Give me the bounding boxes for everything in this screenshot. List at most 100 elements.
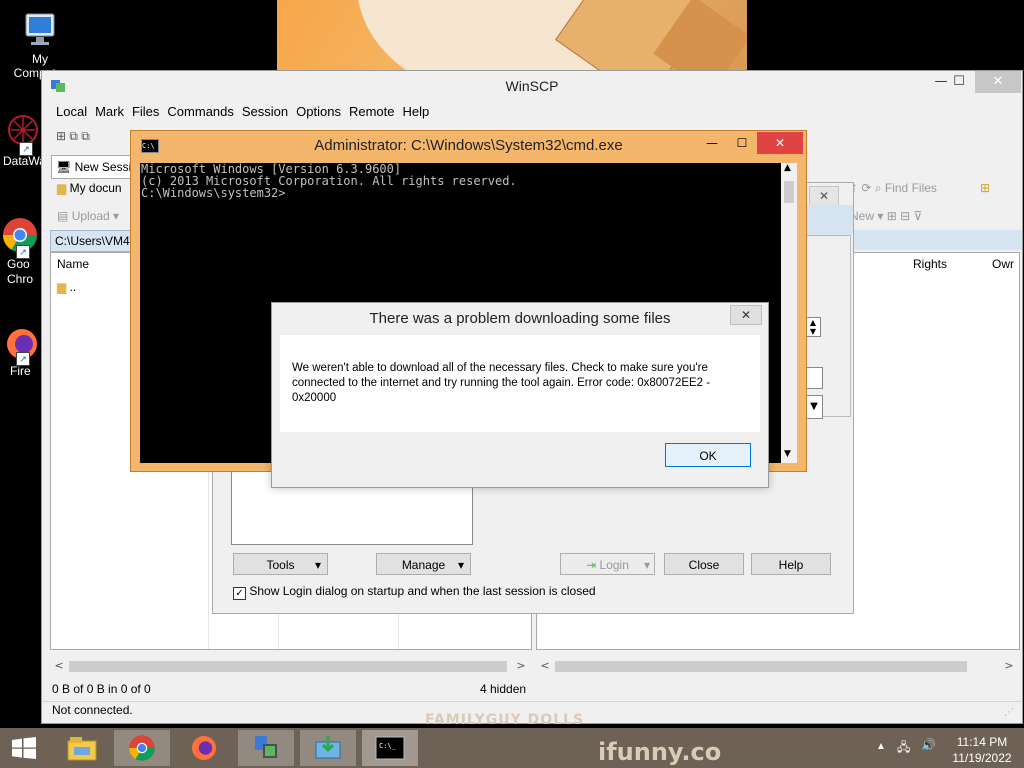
menu-help[interactable]: Help bbox=[402, 104, 429, 119]
download-tool-icon bbox=[315, 736, 341, 759]
find-files-label: Find Files bbox=[884, 181, 937, 195]
list-item[interactable]: ▆ .. bbox=[57, 280, 76, 294]
remote-hscroll[interactable]: < > bbox=[537, 658, 1017, 674]
local-path-bar[interactable]: C:\Users\VM4\ bbox=[50, 230, 138, 252]
taskbar-chrome[interactable] bbox=[114, 730, 170, 766]
column-name[interactable]: Name bbox=[57, 253, 89, 275]
scroll-left-icon[interactable]: < bbox=[537, 658, 553, 674]
local-drive-selector[interactable]: ▆ My docun bbox=[57, 181, 122, 195]
shortcut-arrow-icon: ↗ bbox=[19, 142, 33, 156]
login-button[interactable]: ⇥ Login ▾ bbox=[560, 553, 655, 575]
winscp-titlebar: WinSCP — ☐ ✕ bbox=[42, 71, 1022, 101]
computer-icon bbox=[20, 10, 60, 50]
login-label: Login bbox=[599, 558, 629, 572]
menu-commands[interactable]: Commands bbox=[167, 104, 233, 119]
shortcut-arrow-icon: ↗ bbox=[16, 352, 30, 366]
find-files-button[interactable]: ⇧ ⟳ ⌕ Find Files bbox=[848, 181, 937, 196]
start-button[interactable] bbox=[0, 730, 48, 766]
port-spinner[interactable]: ▲ ▼ bbox=[805, 317, 821, 337]
firefox-icon: ↗ bbox=[0, 322, 40, 366]
show-login-label: Show Login dialog on startup and when th… bbox=[249, 584, 596, 598]
chrome-icon: ↗ bbox=[0, 215, 40, 259]
cmd-maximize-button[interactable]: ☐ bbox=[727, 133, 757, 153]
error-close-icon[interactable]: ✕ bbox=[730, 305, 762, 325]
menu-mark[interactable]: Mark bbox=[95, 104, 124, 119]
resize-grip-icon[interactable]: ⋰ bbox=[1004, 707, 1014, 718]
upload-icon: ▤ bbox=[57, 209, 69, 223]
menu-session[interactable]: Session bbox=[242, 104, 288, 119]
minus-icon: ⊟ bbox=[900, 209, 911, 223]
connection-status: Not connected. bbox=[52, 703, 133, 717]
show-login-option[interactable]: ✓ Show Login dialog on startup and when … bbox=[233, 584, 596, 600]
winscp-title: WinSCP bbox=[505, 78, 559, 94]
close-button[interactable]: ✕ bbox=[975, 71, 1021, 93]
add-icon: ⊞ bbox=[886, 209, 897, 223]
remote-path-bar[interactable] bbox=[852, 230, 1022, 250]
folder-icon: ▆ bbox=[57, 181, 67, 195]
parent-folder-icon: ▆ bbox=[57, 280, 67, 294]
filter-icon: ⊽ bbox=[913, 209, 923, 223]
clock-time: 11:14 PM bbox=[956, 735, 1008, 749]
error-message: We weren't able to download all of the n… bbox=[292, 362, 711, 404]
taskbar-winscp[interactable] bbox=[238, 730, 294, 766]
scroll-right-icon[interactable]: > bbox=[513, 658, 529, 674]
upload-button[interactable]: ▤ Upload ▾ bbox=[57, 209, 119, 223]
scroll-thumb[interactable] bbox=[784, 181, 794, 203]
column-owner[interactable]: Owr bbox=[992, 253, 1014, 275]
dropdown-arrow-icon: ▾ bbox=[643, 558, 650, 572]
maximize-button[interactable]: ☐ bbox=[942, 71, 976, 93]
tools-button[interactable]: Tools ▾ bbox=[233, 553, 328, 575]
login-close-icon[interactable]: ✕ bbox=[809, 186, 839, 206]
new-session-icon: 🖥 bbox=[56, 160, 72, 174]
scroll-thumb[interactable] bbox=[69, 661, 507, 672]
console-prompt: C:\Windows\system32> bbox=[141, 186, 286, 200]
show-login-checkbox[interactable]: ✓ bbox=[233, 587, 246, 600]
menu-local[interactable]: Local bbox=[56, 104, 87, 119]
local-hscroll[interactable]: < > bbox=[51, 658, 529, 674]
scroll-right-icon[interactable]: > bbox=[1001, 658, 1017, 674]
error-dialog: There was a problem downloading some fil… bbox=[271, 302, 769, 488]
login-icon: ⇥ bbox=[586, 558, 597, 572]
ok-button[interactable]: OK bbox=[665, 443, 751, 467]
column-rights[interactable]: Rights bbox=[913, 253, 947, 275]
protocol-select[interactable]: ▼ bbox=[805, 395, 823, 419]
scroll-up-icon[interactable]: ▲ bbox=[784, 163, 791, 173]
transfer-status: 0 B of 0 B in 0 of 0 bbox=[52, 682, 151, 696]
cmd-icon: C:\_ bbox=[375, 736, 405, 760]
login-help-button[interactable]: Help bbox=[751, 553, 831, 575]
taskbar-installer[interactable] bbox=[300, 730, 356, 766]
error-body: We weren't able to download all of the n… bbox=[280, 335, 760, 432]
taskbar-firefox[interactable] bbox=[176, 730, 232, 766]
winscp-icon bbox=[255, 736, 277, 758]
scroll-thumb[interactable] bbox=[555, 661, 967, 672]
tree-view-icon[interactable]: ⊞ bbox=[980, 181, 990, 195]
svg-text:C:\_: C:\_ bbox=[379, 742, 397, 750]
password-field[interactable] bbox=[805, 367, 823, 389]
watermark-top: FAMILYGUY DOLLS bbox=[425, 712, 585, 728]
new-session-tab[interactable]: 🖥 New Sessi bbox=[51, 155, 137, 179]
cmd-vscroll[interactable]: ▲ ▼ bbox=[781, 163, 797, 463]
menu-files[interactable]: Files bbox=[132, 104, 159, 119]
network-icon[interactable]: 🖧 bbox=[897, 738, 910, 759]
taskbar-cmd[interactable]: C:\_ bbox=[362, 730, 418, 766]
clock[interactable]: 11:14 PM 11/19/2022 bbox=[950, 734, 1014, 766]
firefox-icon bbox=[192, 736, 216, 760]
scroll-left-icon[interactable]: < bbox=[51, 658, 67, 674]
taskbar-file-explorer[interactable] bbox=[54, 730, 110, 766]
menu-remote[interactable]: Remote bbox=[349, 104, 395, 119]
chrome-icon bbox=[129, 735, 155, 761]
drive-label: My docun bbox=[69, 181, 122, 195]
menu-options[interactable]: Options bbox=[296, 104, 341, 119]
login-close-button[interactable]: Close bbox=[664, 553, 744, 575]
clock-date: 11/19/2022 bbox=[952, 751, 1012, 765]
new-button[interactable]: New ▾ ⊞ ⊟ ⊽ bbox=[850, 209, 922, 223]
cmd-close-button[interactable]: ✕ bbox=[757, 132, 803, 154]
scroll-down-icon[interactable]: ▼ bbox=[784, 449, 791, 459]
cmd-minimize-button[interactable]: — bbox=[697, 133, 727, 153]
manage-button[interactable]: Manage ▾ bbox=[376, 553, 471, 575]
volume-icon[interactable]: 🔊 bbox=[921, 738, 936, 752]
parent-dir-label: .. bbox=[69, 280, 77, 294]
compare-icon[interactable]: ⊞ ⧉ ⧉ bbox=[56, 129, 90, 143]
menu-bar: Local Mark Files Commands Session Options Remo… bbox=[56, 104, 437, 124]
tray-expand-icon[interactable]: ▲ bbox=[876, 741, 886, 752]
